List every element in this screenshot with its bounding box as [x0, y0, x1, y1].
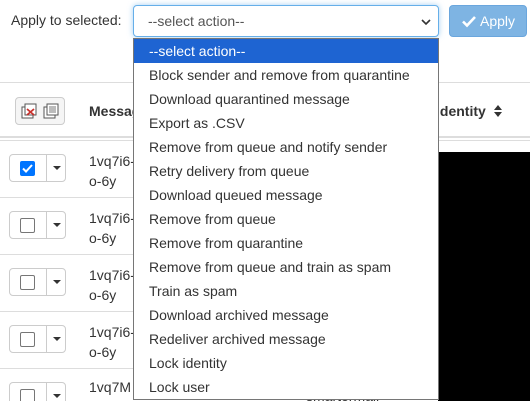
dropdown-option[interactable]: Remove from queue and notify sender: [134, 135, 438, 159]
row-message-line1: 1vq7i6-: [89, 324, 135, 340]
row-message-id[interactable]: 1vq7M: [89, 377, 131, 397]
checkmark-icon: [462, 16, 476, 28]
column-header-identity[interactable]: Identity: [436, 103, 502, 119]
dropdown-option[interactable]: Remove from quarantine: [134, 231, 438, 255]
apply-button-label: Apply: [480, 13, 516, 29]
sort-icon: [493, 105, 502, 117]
row-message-line2: o-6y: [89, 344, 117, 360]
button-divider: [46, 325, 47, 353]
dropdown-option[interactable]: Download archived message: [134, 303, 438, 327]
row-message-line2: o-6y: [89, 173, 117, 189]
select-none-icon: [43, 103, 59, 119]
row-select-button[interactable]: [9, 382, 66, 401]
action-select-value: --select action--: [148, 13, 245, 29]
caret-down-icon[interactable]: [53, 223, 61, 227]
row-message-line2: o-6y: [89, 230, 117, 246]
row-checkbox[interactable]: [20, 389, 35, 401]
select-toggle-button[interactable]: [15, 97, 65, 125]
dropdown-option[interactable]: Lock user: [134, 375, 438, 399]
redacted-identity-area: [438, 152, 530, 401]
row-message-line1: 1vq7i6-: [89, 210, 135, 226]
column-header-identity-label: Identity: [436, 103, 486, 119]
dropdown-option[interactable]: Download queued message: [134, 183, 438, 207]
row-message-id[interactable]: 1vq7i6- o-6y: [89, 208, 135, 248]
caret-down-icon[interactable]: [53, 337, 61, 341]
dropdown-option[interactable]: Block sender and remove from quarantine: [134, 63, 438, 87]
button-divider: [46, 382, 47, 401]
row-message-line1: 1vq7i6-: [89, 267, 135, 283]
dropdown-option[interactable]: --select action--: [134, 39, 438, 63]
dropdown-option[interactable]: Export as .CSV: [134, 111, 438, 135]
checkmark-icon: [22, 164, 33, 173]
row-message-line1: 1vq7M: [89, 379, 132, 395]
dropdown-option[interactable]: Redeliver archived message: [134, 327, 438, 351]
dropdown-option[interactable]: Retry delivery from queue: [134, 159, 438, 183]
button-divider: [46, 154, 47, 182]
row-message-line1: 1vq7i6-: [89, 153, 135, 169]
action-select[interactable]: --select action--: [133, 5, 439, 37]
dropdown-option[interactable]: Download quarantined message: [134, 87, 438, 111]
button-divider: [46, 268, 47, 296]
dropdown-option[interactable]: Remove from queue: [134, 207, 438, 231]
row-message-id[interactable]: 1vq7i6- o-6y: [89, 265, 135, 305]
button-divider: [46, 211, 47, 239]
dropdown-option[interactable]: Train as spam: [134, 279, 438, 303]
action-dropdown-list[interactable]: --select action-- Block sender and remov…: [133, 38, 439, 400]
caret-down-icon[interactable]: [53, 394, 61, 398]
row-select-button[interactable]: [9, 211, 66, 239]
row-checkbox[interactable]: [20, 218, 35, 233]
chevron-down-icon: [421, 19, 431, 26]
row-select-button[interactable]: [9, 154, 66, 182]
dropdown-option[interactable]: Remove from queue and train as spam: [134, 255, 438, 279]
caret-down-icon[interactable]: [53, 280, 61, 284]
apply-to-selected-label: Apply to selected:: [11, 12, 122, 28]
apply-button[interactable]: Apply: [449, 5, 527, 37]
row-checkbox[interactable]: [20, 275, 35, 290]
row-select-button[interactable]: [9, 268, 66, 296]
row-message-id[interactable]: 1vq7i6- o-6y: [89, 151, 135, 191]
row-select-button[interactable]: [9, 325, 66, 353]
select-all-icon: [21, 103, 37, 119]
row-message-line2: o-6y: [89, 287, 117, 303]
row-message-id[interactable]: 1vq7i6- o-6y: [89, 322, 135, 362]
caret-down-icon[interactable]: [53, 166, 61, 170]
dropdown-option[interactable]: Lock identity: [134, 351, 438, 375]
row-checkbox[interactable]: [20, 161, 35, 176]
row-checkbox[interactable]: [20, 332, 35, 347]
